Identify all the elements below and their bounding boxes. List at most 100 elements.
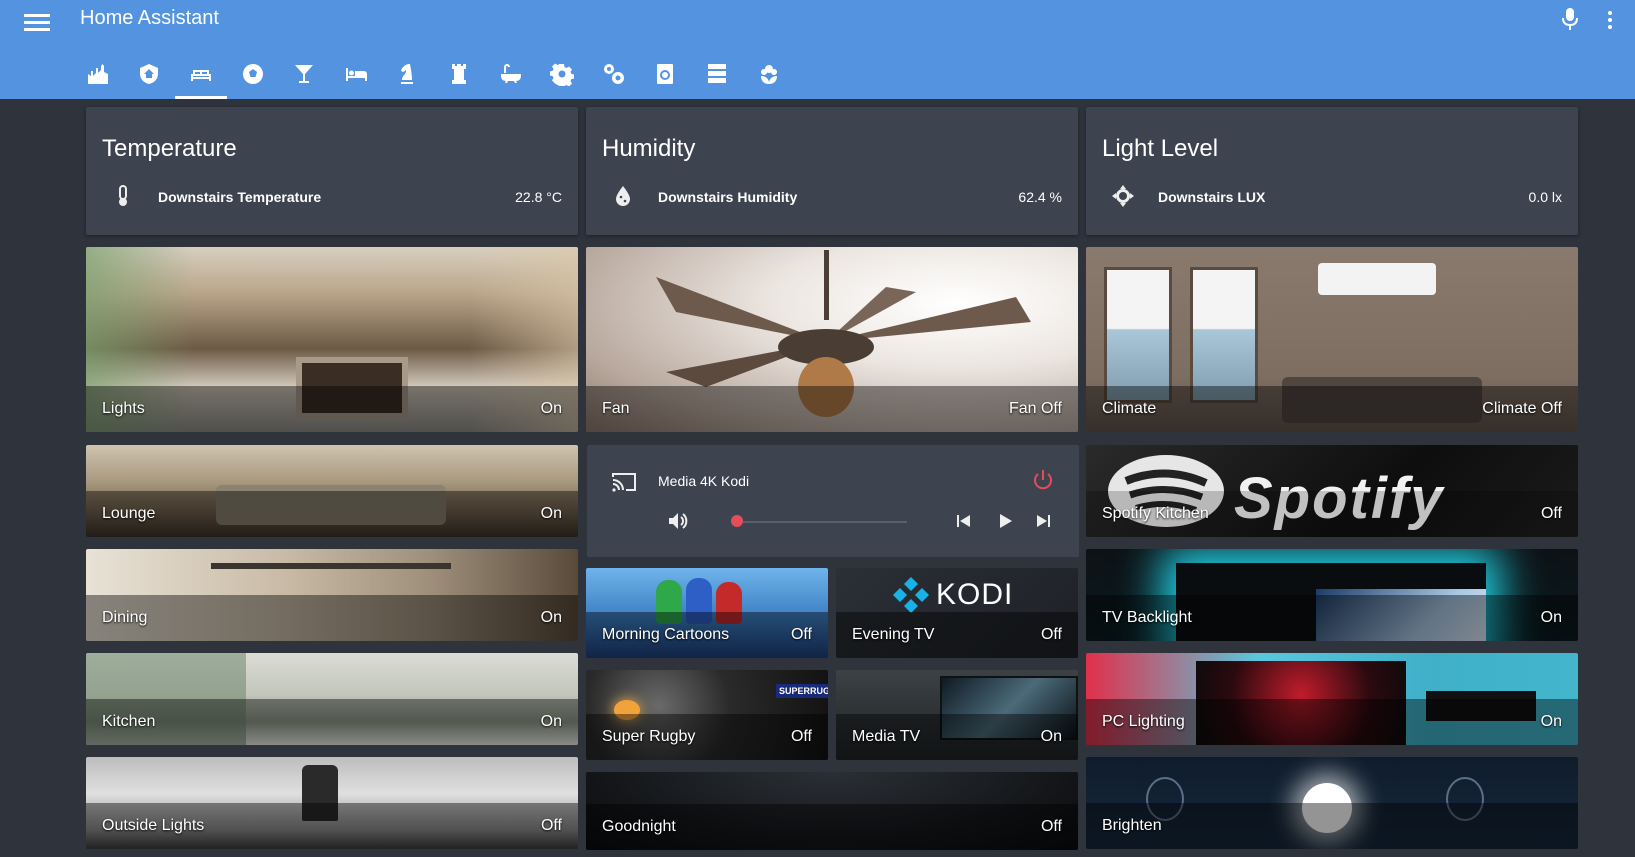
microphone-icon[interactable] bbox=[1562, 8, 1578, 30]
window-right bbox=[1190, 267, 1258, 403]
kodi-wordmark: KODI bbox=[936, 578, 1014, 611]
tab-soccer[interactable] bbox=[227, 56, 279, 99]
tab-flower[interactable] bbox=[743, 56, 795, 99]
kodi-logo: KODI bbox=[892, 576, 1013, 614]
tile-state: Off bbox=[1040, 626, 1062, 643]
spotify-kitchen-tile[interactable]: Spotify Spotify Kitchen Off bbox=[1086, 445, 1578, 537]
sensor-value: 22.8 °C bbox=[515, 189, 562, 205]
tab-sofa[interactable] bbox=[175, 56, 227, 99]
dining-tile[interactable]: Dining On bbox=[86, 549, 578, 641]
lounge-tile[interactable]: Lounge On bbox=[86, 445, 578, 537]
goodnight-tile[interactable]: Goodnight Off bbox=[586, 772, 1078, 850]
brightness-icon bbox=[1112, 185, 1134, 207]
tile-state: Off bbox=[790, 626, 812, 643]
tile-state: On bbox=[540, 400, 562, 417]
tile-label: Fan bbox=[602, 400, 630, 417]
media-title: Media 4K Kodi bbox=[658, 473, 750, 489]
power-icon[interactable] bbox=[1032, 469, 1054, 491]
glass-cocktail-icon bbox=[295, 65, 314, 83]
gear-icon bbox=[550, 63, 575, 86]
card-title: Temperature bbox=[102, 135, 237, 162]
view-tabs bbox=[72, 56, 794, 99]
climate-tile[interactable]: Climate Climate Off bbox=[1086, 247, 1578, 432]
evening-tv-tile[interactable]: KODI Evening TV Off bbox=[836, 568, 1078, 658]
tile-label: Goodnight bbox=[602, 818, 676, 835]
tile-state: Off bbox=[1540, 505, 1562, 522]
volume-slider-knob[interactable] bbox=[731, 515, 743, 527]
sensor-value: 0.0 lx bbox=[1528, 189, 1562, 205]
temperature-card: Temperature Downstairs Temperature 22.8 … bbox=[86, 107, 578, 235]
tile-label: Outside Lights bbox=[102, 817, 205, 834]
volume-high-icon[interactable] bbox=[667, 510, 689, 532]
media-tv-tile[interactable]: Media TV On bbox=[836, 670, 1078, 760]
humidity-card: Humidity Downstairs Humidity 62.4 % bbox=[586, 107, 1078, 235]
washing-machine-icon bbox=[657, 64, 674, 84]
app-title: Home Assistant bbox=[80, 7, 219, 29]
fan-tile[interactable]: Fan Fan Off bbox=[586, 247, 1078, 432]
tile-label: PC Lighting bbox=[1102, 713, 1185, 730]
tab-server[interactable] bbox=[691, 56, 743, 99]
volume-slider-track[interactable] bbox=[737, 521, 907, 523]
tab-castle[interactable] bbox=[72, 56, 124, 99]
tab-chess-knight[interactable] bbox=[382, 56, 434, 99]
chandelier bbox=[211, 563, 451, 569]
tile-state: Fan Off bbox=[1008, 400, 1062, 417]
tile-state: On bbox=[1540, 609, 1562, 626]
tile-label: Media TV bbox=[852, 728, 921, 745]
water-percent-icon bbox=[616, 186, 630, 206]
tile-label: Evening TV bbox=[852, 626, 935, 643]
sensor-value: 62.4 % bbox=[1018, 189, 1062, 205]
tab-bed[interactable] bbox=[330, 56, 382, 99]
bed-icon bbox=[345, 68, 367, 81]
castle-icon bbox=[87, 64, 108, 84]
morning-cartoons-tile[interactable]: Morning Cartoons Off bbox=[586, 568, 828, 658]
kodi-icon bbox=[893, 577, 929, 613]
sensor-name: Downstairs Temperature bbox=[158, 189, 322, 205]
tile-state: Climate Off bbox=[1482, 400, 1562, 417]
tab-shield[interactable] bbox=[124, 56, 176, 99]
skip-previous-icon[interactable] bbox=[954, 511, 974, 531]
sensor-name: Downstairs Humidity bbox=[658, 189, 798, 205]
sofa-icon bbox=[190, 70, 211, 81]
super-rugby-tile[interactable]: SUPERRUGBY Super Rugby Off bbox=[586, 670, 828, 760]
shield-home-icon bbox=[140, 64, 159, 84]
tab-bathtub[interactable] bbox=[485, 56, 537, 99]
server-icon bbox=[707, 64, 726, 83]
top-app-bar: Home Assistant bbox=[0, 0, 1635, 99]
kitchen-tile[interactable]: Kitchen On bbox=[86, 653, 578, 745]
tile-label: Dining bbox=[102, 609, 148, 626]
tile-label: Super Rugby bbox=[602, 728, 696, 745]
tile-state: Off bbox=[540, 817, 562, 834]
more-vert-icon[interactable] bbox=[1606, 8, 1614, 32]
tab-glass[interactable] bbox=[278, 56, 330, 99]
card-title: Light Level bbox=[1102, 135, 1219, 162]
tile-state: On bbox=[540, 505, 562, 522]
tab-settings[interactable] bbox=[536, 56, 588, 99]
lights-tile[interactable]: Lights On bbox=[86, 247, 578, 432]
soccer-icon bbox=[242, 64, 263, 84]
card-title: Humidity bbox=[602, 135, 696, 162]
skip-next-icon[interactable] bbox=[1033, 511, 1053, 531]
pc-lighting-tile[interactable]: PC Lighting On bbox=[1086, 653, 1578, 745]
outside-lights-tile[interactable]: Outside Lights Off bbox=[86, 757, 578, 849]
cast-icon[interactable] bbox=[611, 471, 637, 493]
flower-icon bbox=[760, 65, 777, 84]
tv-backlight-tile[interactable]: TV Backlight On bbox=[1086, 549, 1578, 641]
tile-label: Climate bbox=[1102, 400, 1157, 417]
chess-knight-icon bbox=[401, 64, 414, 84]
tile-state: On bbox=[540, 609, 562, 626]
window-left bbox=[1104, 267, 1172, 403]
hamburger-icon[interactable] bbox=[24, 10, 50, 32]
brighten-tile[interactable]: Brighten bbox=[1086, 757, 1578, 849]
tab-chess-rook[interactable] bbox=[433, 56, 485, 99]
play-icon[interactable] bbox=[995, 511, 1015, 531]
tile-label: Kitchen bbox=[102, 713, 156, 730]
sensor-name: Downstairs LUX bbox=[1158, 189, 1266, 205]
tab-washer[interactable] bbox=[640, 56, 692, 99]
light-level-card: Light Level Downstairs LUX 0.0 lx bbox=[1086, 107, 1578, 235]
tile-label: Spotify Kitchen bbox=[1102, 505, 1209, 522]
tab-settings-multi[interactable] bbox=[588, 56, 640, 99]
media-player-card: Media 4K Kodi bbox=[587, 445, 1079, 557]
thermometer-icon bbox=[119, 185, 127, 206]
chess-rook-icon bbox=[451, 64, 466, 84]
